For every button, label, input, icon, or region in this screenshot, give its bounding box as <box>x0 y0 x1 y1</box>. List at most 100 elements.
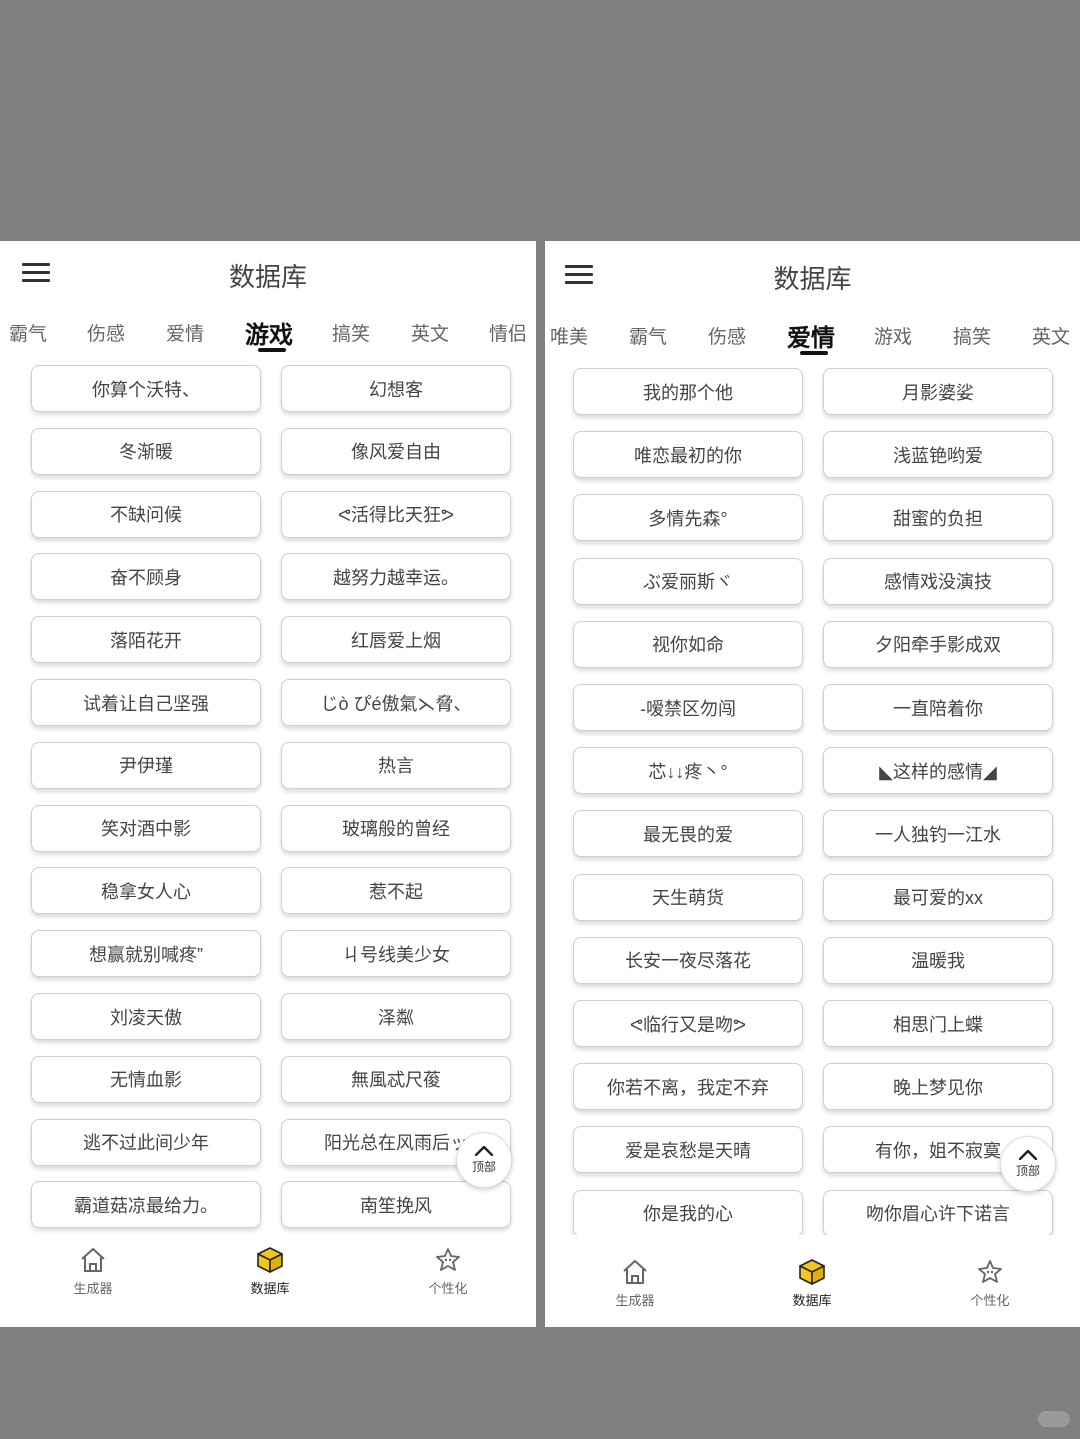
back-to-top-label: 顶部 <box>471 1159 496 1174</box>
chevron-up-icon <box>1019 1149 1037 1160</box>
name-item-button[interactable]: ㄐ号线美少女 <box>281 930 511 978</box>
name-item-button[interactable]: 越努力越幸运。 <box>281 553 511 601</box>
name-item-button[interactable]: 一人独钓一江水 <box>823 810 1053 858</box>
name-item-button[interactable]: 南笙挽风 <box>281 1181 511 1229</box>
name-item-button[interactable]: 月影婆娑 <box>823 368 1053 415</box>
back-to-top-button[interactable]: 顶部 <box>456 1132 512 1188</box>
name-item-button[interactable]: 感情戏没演技 <box>823 557 1053 605</box>
nav-database[interactable]: 数据库 <box>752 1257 872 1309</box>
name-item-button[interactable]: 你算个沃特、 <box>31 365 261 412</box>
name-item-button[interactable]: 尹伊瑾 <box>31 741 261 789</box>
name-item-button[interactable]: 我的那个他 <box>573 368 803 415</box>
nav-generator-label: 生成器 <box>73 1281 113 1296</box>
cube-icon <box>799 1259 825 1285</box>
name-item-button[interactable]: ᕙ活得比天狂ᕗ <box>281 490 511 538</box>
nav-personalize-label: 个性化 <box>428 1281 468 1296</box>
nav-database-label: 数据库 <box>250 1281 290 1296</box>
name-item-button[interactable]: ◣这样的感情◢ <box>823 747 1053 795</box>
tab-shanggan[interactable]: 伤感 <box>87 319 125 346</box>
page-title: 数据库 <box>773 264 852 294</box>
name-item-button[interactable]: 热言 <box>281 741 511 789</box>
name-item-button[interactable]: 夕阳牵手影成双 <box>823 620 1053 668</box>
name-item-button[interactable]: 多情先森° <box>573 494 803 542</box>
nav-database[interactable]: 数据库 <box>210 1245 330 1297</box>
name-item-button[interactable]: 不缺问候 <box>31 490 261 538</box>
tab-youxi[interactable]: 游戏 <box>874 322 912 349</box>
name-item-button[interactable]: 無風忒尺葰 <box>281 1055 511 1103</box>
name-item-button[interactable]: じò ぴé傲氣⋋脅、 <box>281 679 511 726</box>
active-tab-indicator <box>258 348 286 352</box>
name-item-button[interactable]: 视你如命 <box>573 620 803 668</box>
name-item-button[interactable]: 冬渐暖 <box>31 427 261 475</box>
name-item-button[interactable]: 想赢就别喊疼” <box>31 930 261 978</box>
name-item-button[interactable]: ᕙ临行又是吻ᕗ <box>573 1000 803 1047</box>
name-item-button[interactable]: 试着让自己坚强 <box>31 679 261 726</box>
name-item-button[interactable]: 稳拿女人心 <box>31 867 261 915</box>
name-item-button[interactable]: 泽粼 <box>281 993 511 1040</box>
tab-baqi[interactable]: 霸气 <box>9 319 47 346</box>
right-screen: 数据库 唯美 霸气 伤感 爱情 游戏 搞笑 英文 我的那个他 月影婆娑 唯恋最初的你… <box>545 241 1080 1327</box>
name-item-button[interactable]: 晚上梦见你 <box>823 1063 1053 1111</box>
bottom-nav: 生成器 数据库 个性化 <box>545 1235 1080 1327</box>
bottom-nav: 生成器 数据库 个性化 <box>0 1235 536 1327</box>
watermark <box>1038 1411 1070 1427</box>
name-item-button[interactable]: ぶ爱丽斯ヾ <box>573 557 803 605</box>
name-item-button[interactable]: 最可爱的xx <box>823 873 1053 921</box>
name-item-button[interactable]: 唯恋最初的你 <box>573 431 803 479</box>
name-item-button[interactable]: 玻璃般的曾经 <box>281 804 511 852</box>
nav-generator[interactable]: 生成器 <box>575 1257 695 1309</box>
tab-gaoxiao[interactable]: 搞笑 <box>953 322 991 349</box>
name-item-button[interactable]: 你若不离，我定不弃 <box>573 1063 803 1111</box>
name-item-button[interactable]: 最无畏的爱 <box>573 810 803 858</box>
cube-icon <box>257 1247 283 1273</box>
name-item-button[interactable]: 芯↓↓疼丶° <box>573 747 803 795</box>
name-item-button[interactable]: 温暖我 <box>823 936 1053 984</box>
name-item-button[interactable]: 刘凌天傲 <box>31 993 261 1040</box>
name-item-button[interactable]: 笑对酒中影 <box>31 804 261 852</box>
name-item-button[interactable]: 相思门上蝶 <box>823 1000 1053 1047</box>
nav-generator-label: 生成器 <box>615 1293 655 1308</box>
name-item-button[interactable]: 吻你眉心许下诺言 <box>823 1189 1053 1237</box>
nav-personalize[interactable]: 个性化 <box>388 1245 508 1297</box>
left-screen: 数据库 霸气 伤感 爱情 游戏 搞笑 英文 情侣 你算个沃特、 幻想客 冬渐暖 像风爱… <box>0 241 536 1327</box>
name-item-button[interactable]: 无情血影 <box>31 1055 261 1103</box>
home-icon <box>623 1260 647 1284</box>
tab-youxi[interactable]: 游戏 <box>245 315 293 350</box>
tab-baqi[interactable]: 霸气 <box>629 322 667 349</box>
nav-personalize[interactable]: 个性化 <box>930 1257 1050 1309</box>
home-icon <box>81 1248 105 1272</box>
name-item-button[interactable]: 一直陪着你 <box>823 684 1053 731</box>
tab-yingwen[interactable]: 英文 <box>1032 322 1070 349</box>
tab-shanggan[interactable]: 伤感 <box>708 322 746 349</box>
back-to-top-button[interactable]: 顶部 <box>1000 1136 1056 1192</box>
name-item-button[interactable]: 爱是哀愁是天晴 <box>573 1126 803 1174</box>
name-item-button[interactable]: 红唇爱上烟 <box>281 616 511 664</box>
nav-personalize-label: 个性化 <box>970 1293 1010 1308</box>
name-item-button[interactable]: 逃不过此间少年 <box>31 1118 261 1166</box>
name-item-button[interactable]: 甜蜜的负担 <box>823 494 1053 542</box>
name-item-button[interactable]: 像风爱自由 <box>281 427 511 475</box>
star-sparkle-icon <box>436 1248 460 1271</box>
nav-generator[interactable]: 生成器 <box>33 1245 153 1297</box>
tab-weimei[interactable]: 唯美 <box>550 322 588 349</box>
name-item-button[interactable]: 幻想客 <box>281 365 511 412</box>
name-item-button[interactable]: 落陌花开 <box>31 616 261 664</box>
name-item-button[interactable]: 天生萌货 <box>573 873 803 921</box>
tab-qinglv[interactable]: 情侣 <box>489 319 527 346</box>
chevron-up-icon <box>475 1145 493 1156</box>
tab-gaoxiao[interactable]: 搞笑 <box>332 319 370 346</box>
nav-database-label: 数据库 <box>792 1293 832 1308</box>
page-title: 数据库 <box>228 262 307 292</box>
name-item-button[interactable]: -嗳禁区勿闯 <box>573 684 803 731</box>
name-item-button[interactable]: 长安一夜尽落花 <box>573 936 803 984</box>
tab-aiqing[interactable]: 爱情 <box>787 318 835 353</box>
name-item-button[interactable]: 奋不顾身 <box>31 553 261 601</box>
tab-yingwen[interactable]: 英文 <box>411 319 449 346</box>
name-item-button[interactable]: 惹不起 <box>281 867 511 915</box>
name-item-button[interactable]: 浅蓝铯哟爱 <box>823 431 1053 479</box>
active-tab-indicator <box>800 351 828 355</box>
back-to-top-label: 顶部 <box>1015 1163 1040 1178</box>
name-item-button[interactable]: 霸道菇凉最给力。 <box>31 1181 261 1229</box>
tab-aiqing[interactable]: 爱情 <box>166 319 204 346</box>
name-item-button[interactable]: 你是我的心 <box>573 1189 803 1237</box>
